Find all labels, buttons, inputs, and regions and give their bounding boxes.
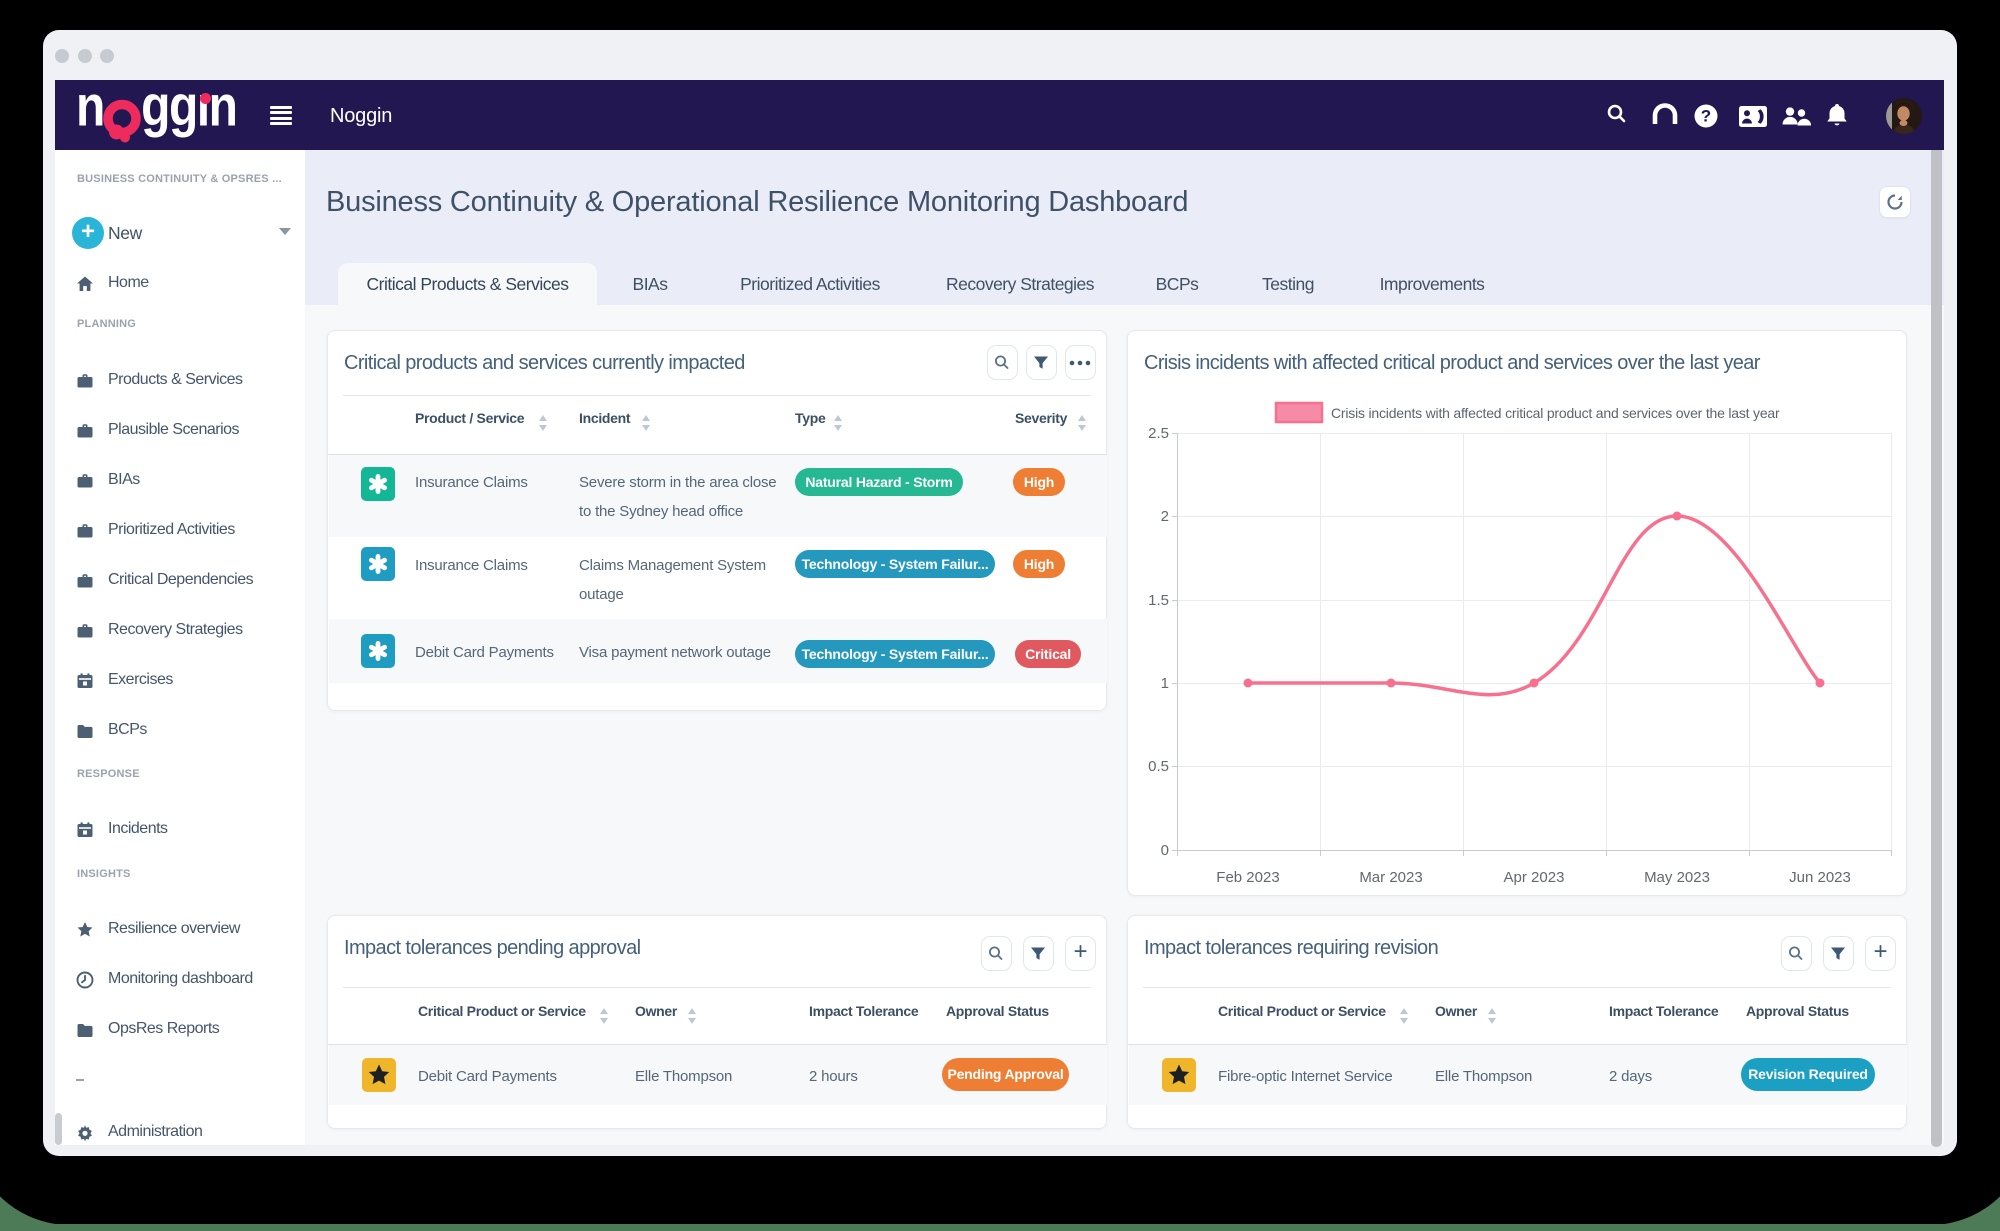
svg-text:Crisis incidents with affected: Crisis incidents with affected critical … (1331, 405, 1780, 421)
svg-text:2: 2 (1161, 508, 1169, 525)
svg-text:0.5: 0.5 (1148, 758, 1169, 775)
svg-text:Apr 2023: Apr 2023 (1504, 869, 1565, 886)
svg-text:0: 0 (1161, 842, 1169, 859)
svg-text:Mar 2023: Mar 2023 (1359, 869, 1422, 886)
svg-text:Feb 2023: Feb 2023 (1216, 869, 1279, 886)
svg-text:?: ? (1701, 106, 1711, 125)
svg-text:May 2023: May 2023 (1644, 869, 1710, 886)
svg-text:2.5: 2.5 (1148, 425, 1169, 442)
svg-text:Jun 2023: Jun 2023 (1789, 869, 1851, 886)
svg-text:1: 1 (1161, 675, 1169, 692)
svg-text:1.5: 1.5 (1148, 592, 1169, 609)
